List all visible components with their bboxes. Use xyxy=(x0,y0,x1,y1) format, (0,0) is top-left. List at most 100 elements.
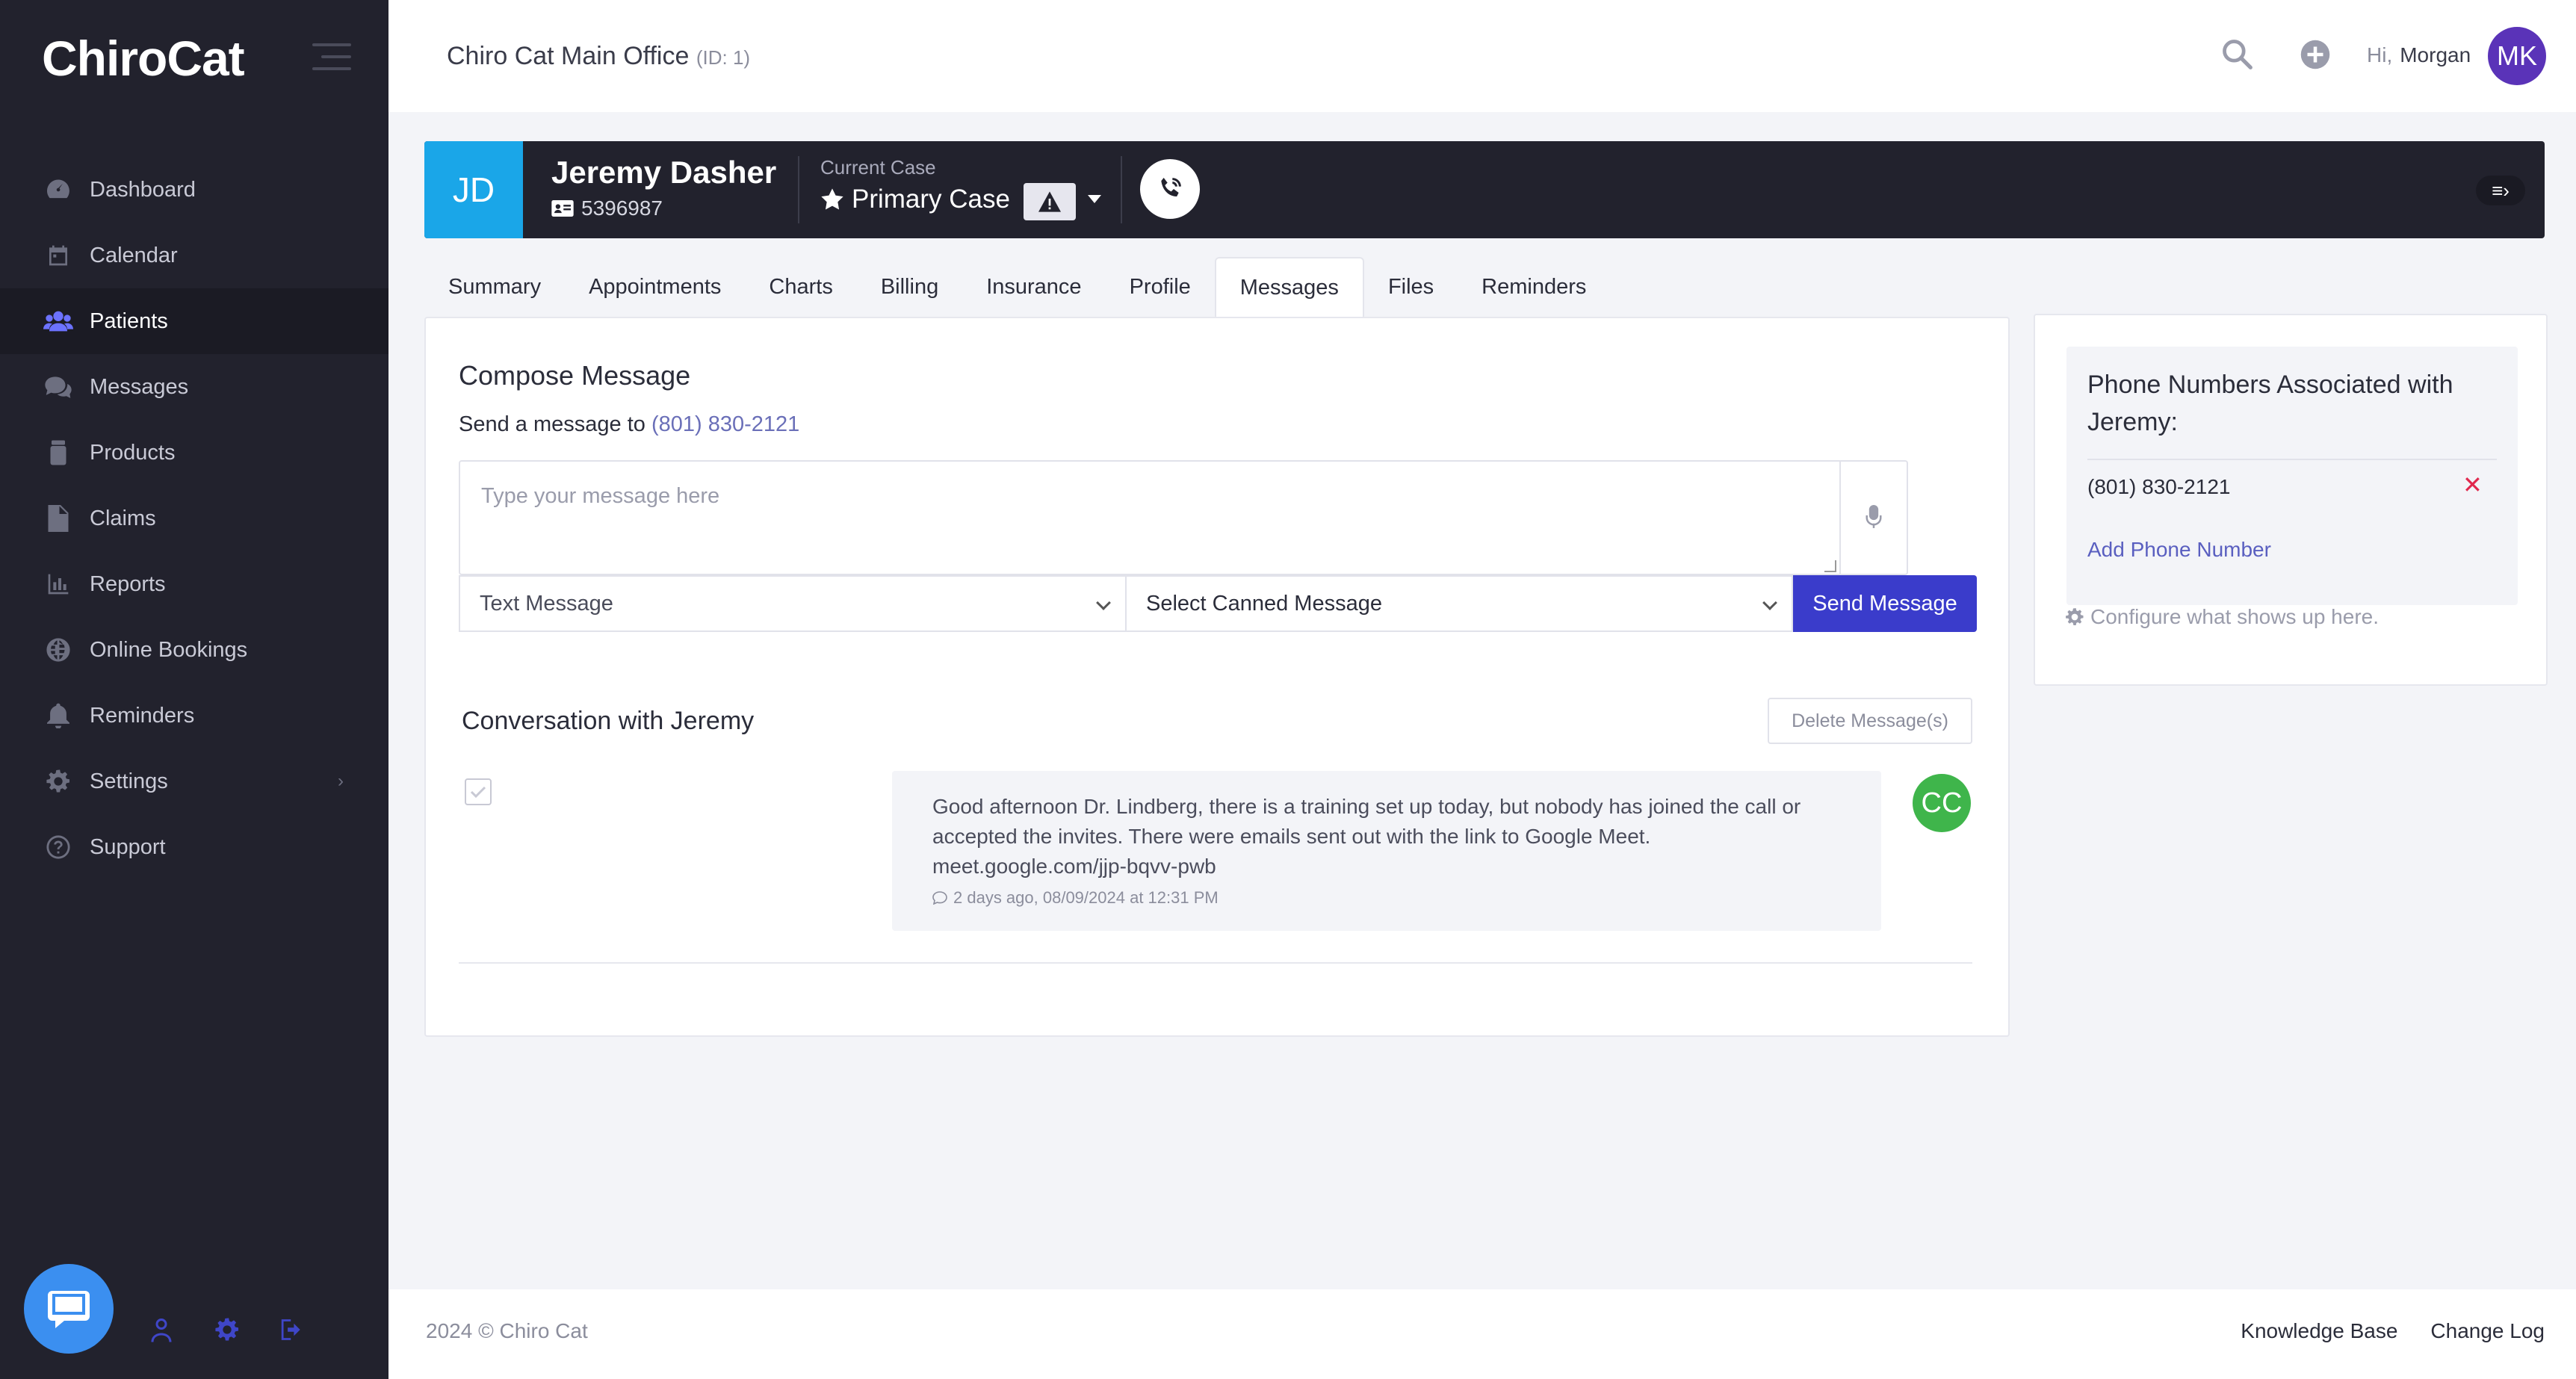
question-icon xyxy=(43,832,73,862)
divider xyxy=(1121,156,1122,223)
configure-panel-link[interactable]: Configure what shows up here. xyxy=(2065,605,2379,629)
sidebar-item-patients[interactable]: Patients xyxy=(0,288,388,354)
search-icon[interactable] xyxy=(2220,37,2253,74)
bar-chart-icon xyxy=(43,569,73,599)
id-card-icon xyxy=(551,200,574,217)
patient-name[interactable]: Jeremy Dasher xyxy=(551,155,776,190)
message-textarea[interactable]: Type your message here xyxy=(459,460,1908,575)
phone-number-item: (801) 830-2121 xyxy=(2087,475,2231,498)
settings-gear-icon[interactable] xyxy=(212,1315,242,1345)
tab-summary[interactable]: Summary xyxy=(424,257,565,317)
tab-files[interactable]: Files xyxy=(1364,257,1458,317)
sidebar-item-online-bookings[interactable]: Online Bookings xyxy=(0,617,388,683)
app-logo[interactable]: ChiroCat xyxy=(42,30,245,87)
side-panel-toggle-icon[interactable]: ≡› xyxy=(2476,176,2525,205)
users-icon xyxy=(43,306,73,336)
sidebar-item-claims[interactable]: Claims xyxy=(0,486,388,551)
tab-messages[interactable]: Messages xyxy=(1214,257,1364,317)
message-text-line: meet.google.com/jjp-bqvv-pwb xyxy=(932,855,1216,878)
products-icon xyxy=(43,438,73,468)
chat-widget-button[interactable] xyxy=(24,1264,114,1354)
office-id: (ID: 1) xyxy=(696,46,751,69)
sidebar-item-reports[interactable]: Reports xyxy=(0,551,388,617)
bell-icon xyxy=(43,701,73,731)
sidebar-item-products[interactable]: Products xyxy=(0,420,388,486)
tab-profile[interactable]: Profile xyxy=(1106,257,1215,317)
remove-phone-icon[interactable]: ✕ xyxy=(2462,471,2483,499)
sidebar-item-reminders[interactable]: Reminders xyxy=(0,683,388,749)
gear-icon xyxy=(2066,608,2084,626)
message-select-checkbox[interactable] xyxy=(465,778,492,805)
knowledge-base-link[interactable]: Knowledge Base xyxy=(2241,1319,2397,1343)
message-type-select[interactable]: Text Message xyxy=(459,575,1127,632)
sidebar-item-label: Patients xyxy=(90,309,168,333)
delete-messages-button[interactable]: Delete Message(s) xyxy=(1768,698,1972,744)
current-case-label: Current Case xyxy=(820,156,936,179)
divider xyxy=(2087,459,2497,460)
chevron-right-icon: › xyxy=(338,771,344,791)
patient-header: JD Jeremy Dasher 5396987 Current Case Pr… xyxy=(424,141,2545,238)
sidebar-item-label: Messages xyxy=(90,374,189,399)
chevron-down-icon xyxy=(1096,595,1111,610)
tab-settings-gear-icon[interactable] xyxy=(1610,257,1658,317)
warning-icon xyxy=(1038,191,1061,212)
chat-widget-icon xyxy=(48,1291,90,1328)
sidebar-item-label: Online Bookings xyxy=(90,637,248,662)
add-circle-icon[interactable] xyxy=(2300,39,2331,74)
sidebar-item-label: Claims xyxy=(90,506,156,530)
add-phone-number-link[interactable]: Add Phone Number xyxy=(2087,538,2271,562)
copyright: 2024 © Chiro Cat xyxy=(426,1319,588,1342)
message-text-line: Good afternoon Dr. Lindberg, there is a … xyxy=(932,795,1801,818)
patient-initials-badge: JD xyxy=(424,141,523,238)
patient-id: 5396987 xyxy=(551,196,663,220)
user-profile-icon[interactable] xyxy=(146,1315,176,1345)
phone-ringing-icon xyxy=(1161,178,1181,196)
check-icon xyxy=(470,786,486,799)
sidebar-item-support[interactable]: Support xyxy=(0,814,388,880)
patient-tabs: Summary Appointments Charts Billing Insu… xyxy=(424,257,1658,317)
current-case-selector[interactable]: Primary Case xyxy=(820,185,1010,214)
calendar-icon xyxy=(43,241,73,270)
case-warning-button[interactable] xyxy=(1024,183,1076,220)
conversation-title: Conversation with Jeremy xyxy=(462,707,755,735)
user-name: Morgan xyxy=(2400,43,2471,66)
tab-appointments[interactable]: Appointments xyxy=(565,257,745,317)
sidebar-item-label: Products xyxy=(90,440,176,465)
tab-insurance[interactable]: Insurance xyxy=(962,257,1105,317)
sidebar-item-messages[interactable]: Messages xyxy=(0,354,388,420)
message-text-line: accepted the invites. There were emails … xyxy=(932,825,1651,848)
phone-numbers-card: Phone Numbers Associated with Jeremy: (8… xyxy=(2034,314,2548,686)
sidebar-item-dashboard[interactable]: Dashboard xyxy=(0,157,388,223)
office-name[interactable]: Chiro Cat Main Office (ID: 1) xyxy=(447,42,750,71)
messages-card: Compose Message Send a message to (801) … xyxy=(424,317,2010,1037)
menu-toggle-icon[interactable] xyxy=(312,43,351,73)
send-to-number-link[interactable]: (801) 830-2121 xyxy=(651,412,799,436)
sidebar-item-settings[interactable]: Settings › xyxy=(0,749,388,814)
chevron-down-icon xyxy=(1762,595,1777,610)
gear-icon xyxy=(43,766,73,796)
call-button[interactable] xyxy=(1140,159,1200,219)
chat-icon xyxy=(43,372,73,402)
tab-reminders[interactable]: Reminders xyxy=(1458,257,1610,317)
sidebar-item-label: Reminders xyxy=(90,703,195,728)
tab-charts[interactable]: Charts xyxy=(745,257,856,317)
phone-numbers-panel: Phone Numbers Associated with Jeremy: (8… xyxy=(2066,347,2518,605)
sidebar-item-calendar[interactable]: Calendar xyxy=(0,223,388,288)
case-dropdown-caret-icon[interactable] xyxy=(1088,195,1101,203)
sidebar-nav: Dashboard Calendar Patients Messages Pro… xyxy=(0,157,388,880)
sidebar-item-label: Reports xyxy=(90,571,166,596)
logout-icon[interactable] xyxy=(278,1315,308,1345)
sidebar-item-label: Settings xyxy=(90,769,168,793)
avatar[interactable]: MK xyxy=(2488,27,2546,85)
phone-numbers-title: Phone Numbers Associated with Jeremy: xyxy=(2087,371,2453,436)
footer-links: Knowledge Base Change Log xyxy=(2241,1319,2545,1343)
change-log-link[interactable]: Change Log xyxy=(2430,1319,2545,1343)
resize-handle[interactable] xyxy=(1824,560,1836,572)
comment-icon xyxy=(932,891,947,905)
microphone-icon[interactable] xyxy=(1839,462,1907,574)
canned-message-select[interactable]: Select Canned Message xyxy=(1125,575,1793,632)
tab-billing[interactable]: Billing xyxy=(857,257,962,317)
top-bar: Chiro Cat Main Office (ID: 1) Hi, Morgan … xyxy=(388,0,2576,112)
send-message-button[interactable]: Send Message xyxy=(1793,575,1977,632)
sidebar-footer-actions xyxy=(146,1315,308,1345)
